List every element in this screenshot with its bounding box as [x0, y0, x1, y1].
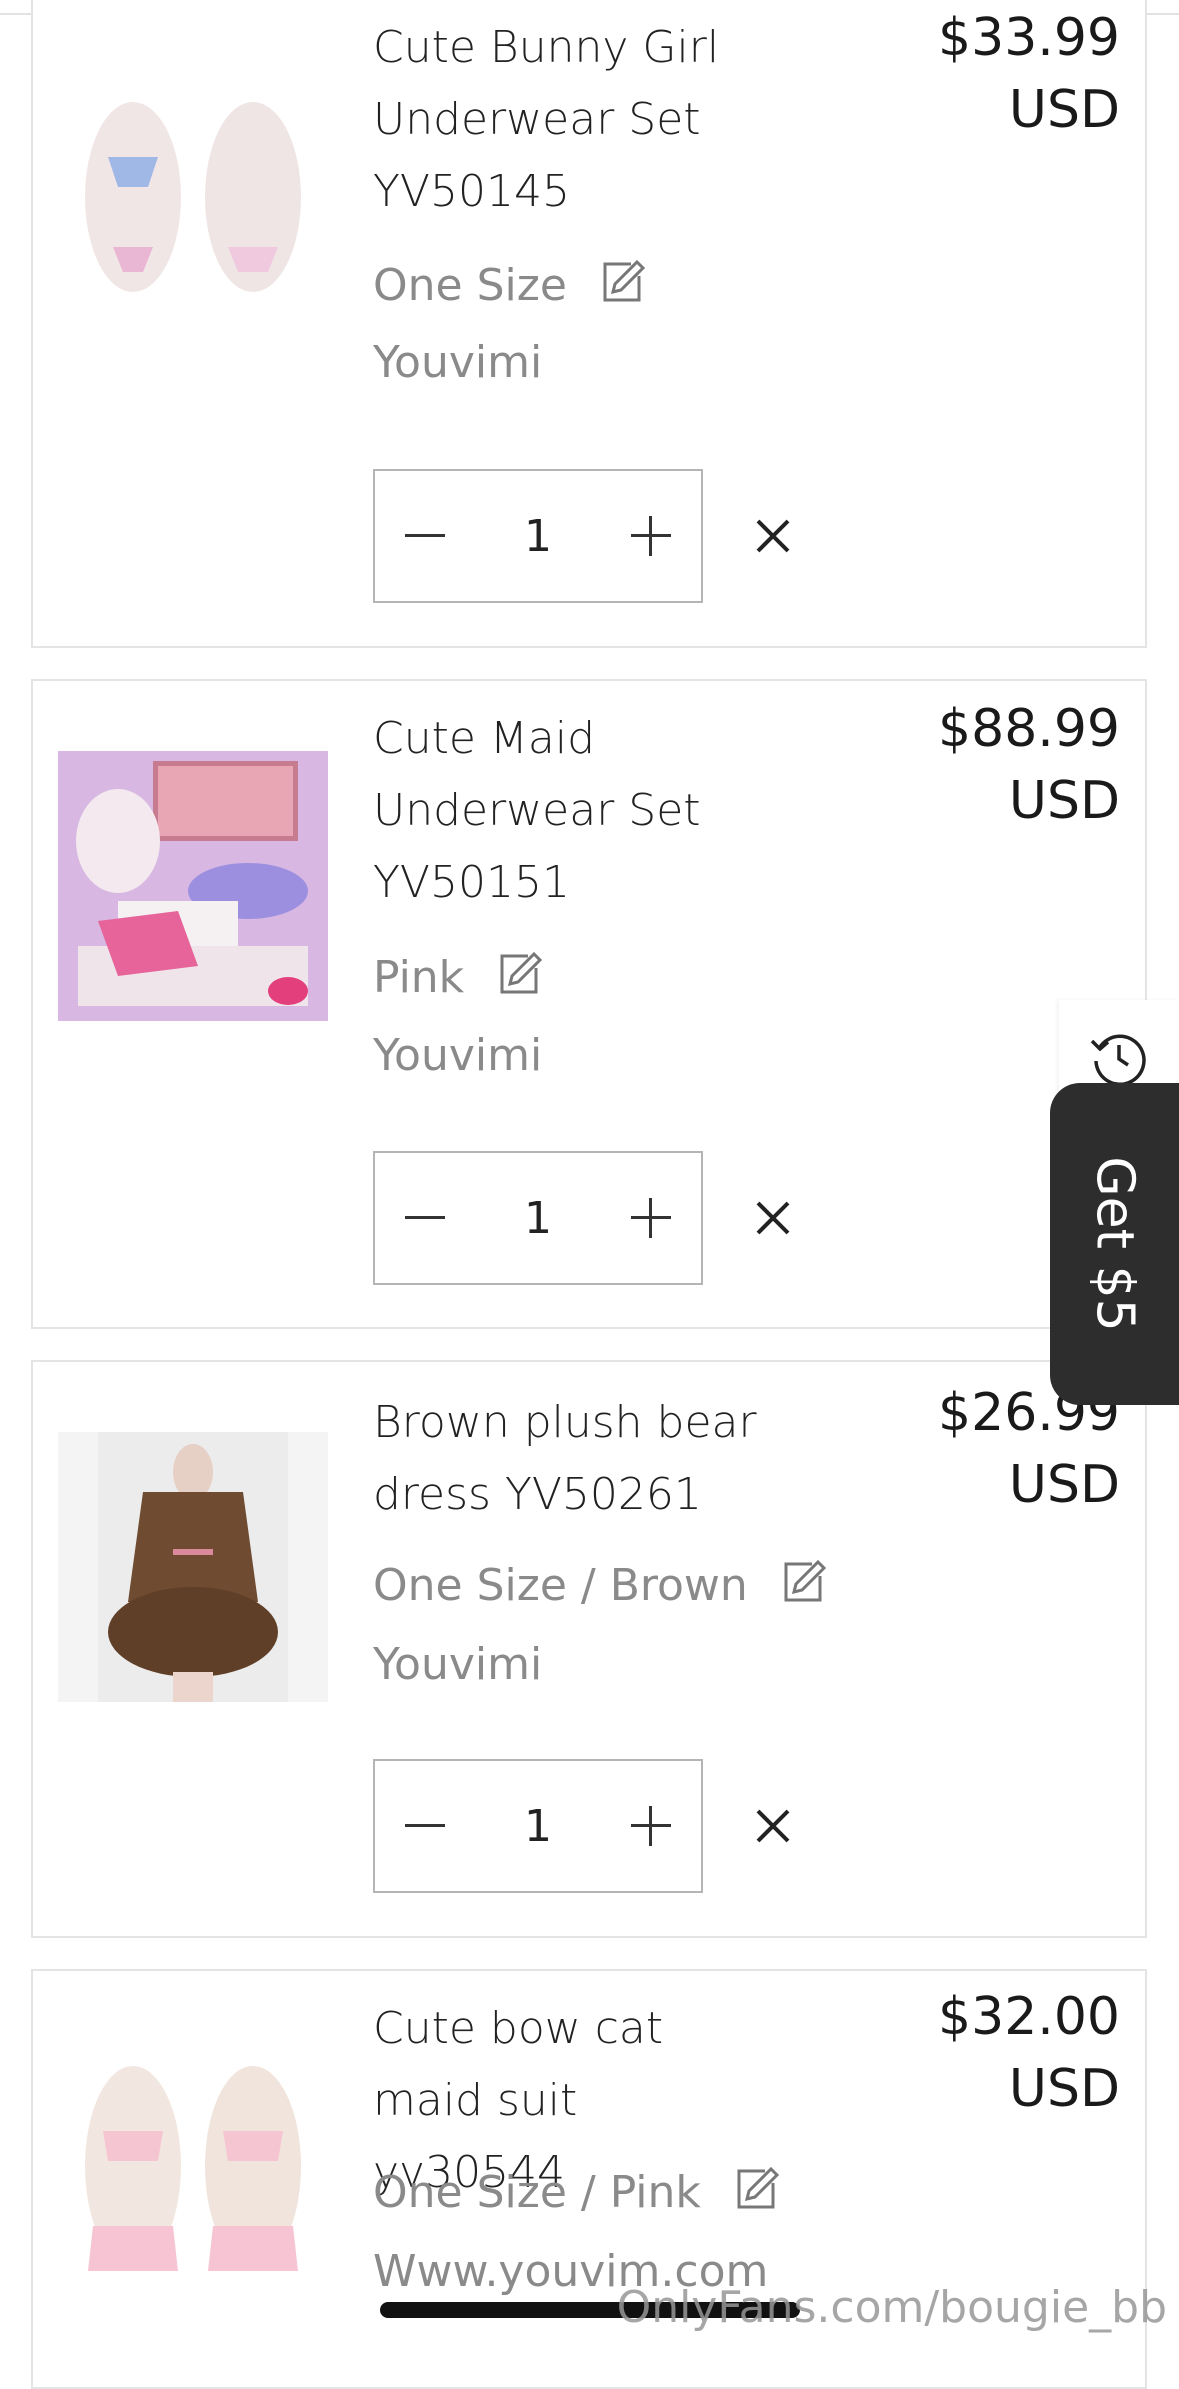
product-variant: One Size	[373, 254, 649, 317]
edit-icon[interactable]	[494, 946, 546, 1009]
product-image[interactable]	[58, 47, 328, 317]
edit-icon[interactable]	[731, 2161, 783, 2224]
get-5-promo-tab[interactable]: Get $5	[1050, 1083, 1179, 1405]
product-vendor: Youvimi	[373, 1030, 543, 1081]
quantity-value[interactable]: 1	[524, 511, 552, 562]
quantity-stepper: 1	[373, 1151, 703, 1285]
cart-item: Cute Bunny Girl Underwear Set YV50145 $3…	[31, 0, 1147, 648]
edit-icon[interactable]	[778, 1554, 830, 1617]
plus-icon[interactable]	[601, 1761, 701, 1891]
watermark: OnlyFans.com/bougie_bb	[616, 2282, 1167, 2333]
close-icon[interactable]	[748, 1193, 798, 1243]
close-icon[interactable]	[748, 511, 798, 561]
price-currency: USD	[1008, 2059, 1120, 2119]
product-price: $88.99 USD	[860, 693, 1120, 837]
product-title[interactable]: Cute Maid Underwear Set YV50151	[373, 703, 773, 919]
price-currency: USD	[1008, 80, 1120, 140]
product-vendor: Youvimi	[373, 337, 543, 388]
cart-item: Cute Maid Underwear Set YV50151 $88.99 U…	[31, 679, 1147, 1329]
variant-label: One Size / Brown	[373, 1560, 748, 1611]
variant-label: Pink	[373, 952, 465, 1003]
product-vendor: Youvimi	[373, 1639, 543, 1690]
promo-tab-label: Get $5	[1084, 1156, 1145, 1332]
quantity-value[interactable]: 1	[524, 1193, 552, 1244]
product-price: $32.00 USD	[860, 1981, 1120, 2125]
product-image[interactable]	[58, 1432, 328, 1702]
price-amount: $88.99	[938, 699, 1120, 759]
close-icon[interactable]	[748, 1801, 798, 1851]
product-variant: Pink	[373, 946, 546, 1009]
product-title[interactable]: Cute Bunny Girl Underwear Set YV50145	[373, 12, 773, 228]
product-image[interactable]	[58, 2046, 328, 2316]
price-currency: USD	[1008, 1455, 1120, 1515]
plus-icon[interactable]	[601, 471, 701, 601]
product-price: $33.99 USD	[860, 2, 1120, 146]
quantity-stepper: 1	[373, 469, 703, 603]
product-title[interactable]: Brown plush bear dress YV50261	[373, 1387, 773, 1531]
product-variant: One Size / Pink	[373, 2161, 783, 2224]
minus-icon[interactable]	[375, 1761, 475, 1891]
variant-label: One Size / Pink	[373, 2167, 701, 2218]
product-variant: One Size / Brown	[373, 1554, 830, 1617]
price-amount: $32.00	[938, 1987, 1120, 2047]
minus-icon[interactable]	[375, 1153, 475, 1283]
cart-item: Brown plush bear dress YV50261 $26.99 US…	[31, 1360, 1147, 1938]
variant-label: One Size	[373, 260, 567, 311]
quantity-stepper: 1	[373, 1759, 703, 1893]
quantity-value[interactable]: 1	[524, 1801, 552, 1852]
plus-icon[interactable]	[601, 1153, 701, 1283]
edit-icon[interactable]	[597, 254, 649, 317]
price-amount: $33.99	[938, 8, 1120, 68]
minus-icon[interactable]	[375, 471, 475, 601]
price-currency: USD	[1008, 771, 1120, 831]
product-image[interactable]	[58, 751, 328, 1021]
